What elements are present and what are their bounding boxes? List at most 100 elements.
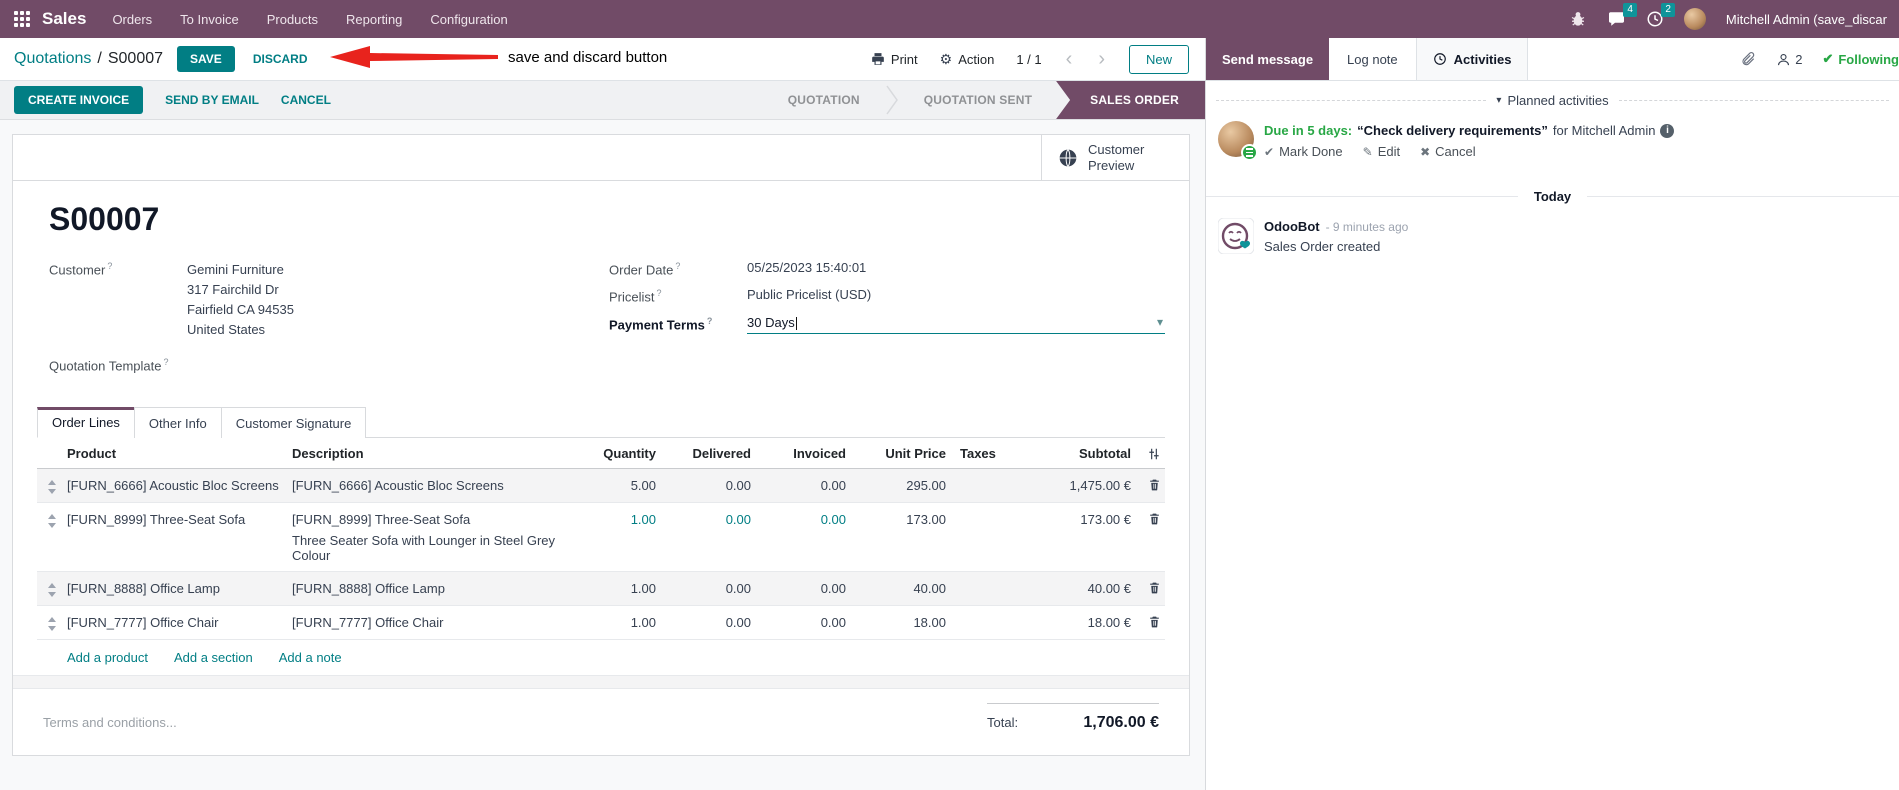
cell-description[interactable]: [FURN_8888] Office Lamp bbox=[292, 581, 571, 596]
activities-clock-icon[interactable]: 2 bbox=[1646, 3, 1675, 28]
table-row[interactable]: [FURN_8888] Office Lamp [FURN_8888] Offi… bbox=[37, 572, 1165, 607]
apps-grid-icon[interactable] bbox=[14, 11, 30, 27]
delete-row-icon[interactable] bbox=[1131, 581, 1165, 595]
planned-activities-toggle[interactable]: ▾ Planned activities bbox=[1486, 93, 1618, 108]
pricelist-value[interactable]: Public Pricelist (USD) bbox=[747, 287, 1165, 304]
cell-product[interactable]: [FURN_7777] Office Chair bbox=[67, 615, 292, 630]
add-note-link[interactable]: Add a note bbox=[279, 650, 342, 665]
header-product[interactable]: Product bbox=[67, 446, 292, 461]
order-date-value[interactable]: 05/25/2023 15:40:01 bbox=[747, 260, 1165, 277]
print-button[interactable]: Print bbox=[871, 52, 918, 67]
cell-invoiced[interactable]: 0.00 bbox=[751, 512, 846, 527]
mark-done-button[interactable]: ✔ Mark Done bbox=[1264, 144, 1343, 159]
customer-preview-button[interactable]: Customer Preview bbox=[1041, 135, 1189, 181]
cell-quantity[interactable]: 1.00 bbox=[571, 581, 656, 596]
header-quantity[interactable]: Quantity bbox=[571, 446, 656, 461]
header-delivered[interactable]: Delivered bbox=[656, 446, 751, 461]
table-row[interactable]: [FURN_8999] Three-Seat Sofa [FURN_8999] … bbox=[37, 503, 1165, 573]
quotation-template-field[interactable] bbox=[187, 356, 609, 373]
discard-button[interactable]: DISCARD bbox=[253, 52, 308, 66]
optional-columns-icon[interactable] bbox=[1131, 447, 1165, 461]
control-panel: Quotations / S00007 SAVE DISCARD save an… bbox=[0, 38, 1205, 81]
edit-activity-button[interactable]: ✎ Edit bbox=[1363, 144, 1400, 159]
header-taxes[interactable]: Taxes bbox=[946, 446, 1016, 461]
nav-item-to-invoice[interactable]: To Invoice bbox=[180, 12, 239, 27]
cell-delivered[interactable]: 0.00 bbox=[656, 615, 751, 630]
header-invoiced[interactable]: Invoiced bbox=[751, 446, 846, 461]
cell-description[interactable]: [FURN_8999] Three-Seat Sofa Three Seater … bbox=[292, 512, 571, 563]
action-button[interactable]: ⚙ Action bbox=[940, 51, 995, 68]
cell-product[interactable]: [FURN_8999] Three-Seat Sofa bbox=[67, 512, 292, 527]
nav-item-reporting[interactable]: Reporting bbox=[346, 12, 402, 27]
messages-icon[interactable]: 4 bbox=[1607, 3, 1637, 28]
cell-unit-price[interactable]: 295.00 bbox=[846, 478, 946, 493]
cancel-activity-button[interactable]: ✖ Cancel bbox=[1420, 144, 1476, 159]
chevron-down-icon[interactable]: ▾ bbox=[1157, 315, 1163, 329]
add-product-link[interactable]: Add a product bbox=[67, 650, 148, 665]
tab-customer-signature[interactable]: Customer Signature bbox=[220, 407, 367, 439]
log-note-button[interactable]: Log note bbox=[1329, 38, 1416, 80]
drag-handle-icon[interactable] bbox=[37, 512, 67, 529]
stage-quotation-sent[interactable]: QUOTATION SENT bbox=[900, 81, 1056, 119]
nav-item-products[interactable]: Products bbox=[267, 12, 318, 27]
cell-invoiced[interactable]: 0.00 bbox=[751, 581, 846, 596]
table-row[interactable]: [FURN_7777] Office Chair [FURN_7777] Off… bbox=[37, 606, 1165, 641]
table-row[interactable]: [FURN_6666] Acoustic Bloc Screens [FURN_… bbox=[37, 469, 1165, 504]
breadcrumb-quotations[interactable]: Quotations bbox=[14, 50, 91, 68]
new-button[interactable]: New bbox=[1128, 44, 1189, 74]
add-section-link[interactable]: Add a section bbox=[174, 650, 253, 665]
cell-quantity[interactable]: 1.00 bbox=[571, 615, 656, 630]
stage-sales-order[interactable]: SALES ORDER bbox=[1056, 81, 1205, 119]
cancel-button[interactable]: CANCEL bbox=[281, 93, 331, 107]
activities-tab[interactable]: Activities bbox=[1415, 38, 1529, 80]
save-button[interactable]: SAVE bbox=[177, 46, 235, 72]
cell-invoiced[interactable]: 0.00 bbox=[751, 478, 846, 493]
cell-description[interactable]: [FURN_6666] Acoustic Bloc Screens bbox=[292, 478, 571, 493]
cell-invoiced[interactable]: 0.00 bbox=[751, 615, 846, 630]
app-name[interactable]: Sales bbox=[42, 9, 86, 29]
cell-delivered[interactable]: 0.00 bbox=[656, 478, 751, 493]
cell-delivered[interactable]: 0.00 bbox=[656, 581, 751, 596]
nav-item-configuration[interactable]: Configuration bbox=[430, 12, 507, 27]
pencil-icon: ✎ bbox=[1362, 144, 1373, 159]
drag-handle-icon[interactable] bbox=[37, 478, 67, 495]
stage-quotation[interactable]: QUOTATION bbox=[764, 81, 884, 119]
cell-unit-price[interactable]: 173.00 bbox=[846, 512, 946, 527]
bug-icon[interactable] bbox=[1569, 10, 1587, 28]
cell-unit-price[interactable]: 40.00 bbox=[846, 581, 946, 596]
tab-other-info[interactable]: Other Info bbox=[133, 407, 221, 439]
delete-row-icon[interactable] bbox=[1131, 512, 1165, 526]
help-icon: ? bbox=[675, 261, 681, 271]
create-invoice-button[interactable]: CREATE INVOICE bbox=[14, 86, 144, 114]
nav-item-orders[interactable]: Orders bbox=[112, 12, 152, 27]
cell-unit-price[interactable]: 18.00 bbox=[846, 615, 946, 630]
cell-quantity[interactable]: 5.00 bbox=[571, 478, 656, 493]
send-by-email-button[interactable]: SEND BY EMAIL bbox=[165, 93, 259, 107]
following-button[interactable]: ✔ Following bbox=[1822, 51, 1899, 67]
pager-next-icon[interactable]: › bbox=[1096, 49, 1107, 69]
terms-placeholder[interactable]: Terms and conditions... bbox=[43, 703, 177, 732]
attachment-icon[interactable] bbox=[1740, 51, 1756, 67]
cell-quantity[interactable]: 1.00 bbox=[571, 512, 656, 527]
cell-description[interactable]: [FURN_7777] Office Chair bbox=[292, 615, 571, 630]
pager-previous-icon[interactable]: ‹ bbox=[1064, 49, 1075, 69]
customer-link[interactable]: Gemini Furniture bbox=[187, 260, 609, 280]
payment-terms-input[interactable]: 30 Days ▾ bbox=[747, 315, 1165, 334]
header-subtotal[interactable]: Subtotal bbox=[1016, 446, 1131, 461]
send-message-button[interactable]: Send message bbox=[1206, 38, 1330, 80]
tab-order-lines[interactable]: Order Lines bbox=[37, 407, 134, 439]
delete-row-icon[interactable] bbox=[1131, 478, 1165, 492]
cell-product[interactable]: [FURN_6666] Acoustic Bloc Screens bbox=[67, 478, 292, 493]
header-unit-price[interactable]: Unit Price bbox=[846, 446, 946, 461]
user-avatar[interactable] bbox=[1683, 8, 1706, 30]
message-author[interactable]: OdooBot bbox=[1264, 219, 1320, 234]
user-name[interactable]: Mitchell Admin (save_discar bbox=[1726, 12, 1887, 27]
cell-product[interactable]: [FURN_8888] Office Lamp bbox=[67, 581, 292, 596]
info-icon[interactable]: i bbox=[1660, 123, 1675, 138]
cell-delivered[interactable]: 0.00 bbox=[656, 512, 751, 527]
drag-handle-icon[interactable] bbox=[37, 581, 67, 598]
delete-row-icon[interactable] bbox=[1131, 615, 1165, 629]
followers-button[interactable]: 2 bbox=[1776, 52, 1802, 67]
drag-handle-icon[interactable] bbox=[37, 615, 67, 632]
header-description[interactable]: Description bbox=[292, 446, 571, 461]
